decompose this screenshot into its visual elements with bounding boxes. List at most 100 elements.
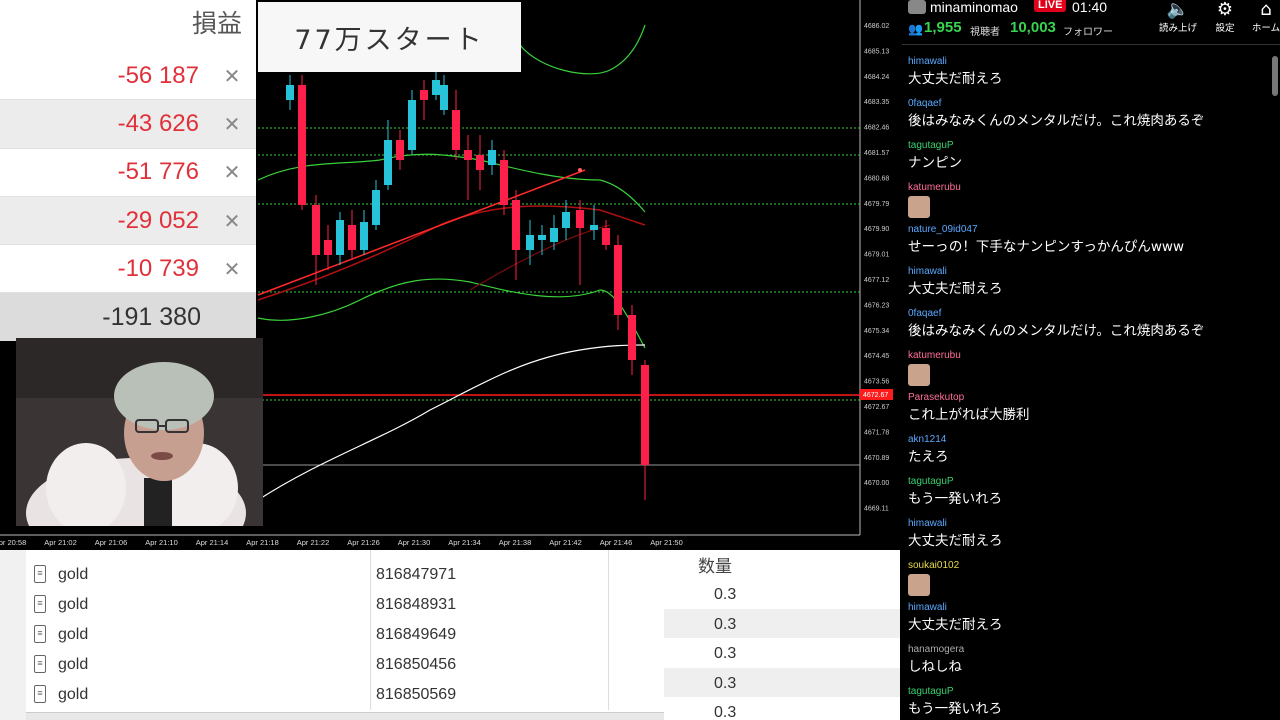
price-tick-label: 4671.78 [864, 429, 889, 436]
chat-message[interactable]: 0faqaef 後はみなみくんのメンタルだけ。これ焼肉あるぞ [908, 97, 1204, 130]
candle-body [464, 150, 472, 160]
document-icon: ≡ [34, 625, 46, 643]
chat-message[interactable]: himawali 大丈夫だ耐えろ [908, 601, 1003, 634]
channel-avatar[interactable] [908, 0, 926, 14]
pl-value: -51 776 [117, 158, 199, 186]
chat-text: 大丈夫だ耐えろ [908, 533, 1003, 549]
chat-username[interactable]: nature_09id047 [908, 223, 1184, 236]
candle-body [602, 228, 610, 245]
chat-username[interactable]: katumerubu [908, 349, 961, 362]
time-tick-label: Apr 21:18 [246, 538, 279, 547]
chat-text: 後はみなみくんのメンタルだけ。これ焼肉あるぞ [908, 323, 1205, 339]
candle-body [628, 315, 636, 360]
chat-message[interactable]: nature_09id047 せーっの！下手なナンピンすっかんぴんwww [908, 223, 1184, 256]
table-row[interactable]: ≡ gold 816850569 [26, 679, 664, 709]
chat-username[interactable]: himawali [908, 55, 1003, 68]
chat-list[interactable]: himawali 大丈夫だ耐えろ 0faqaef 後はみなみくんのメンタルだけ。これ焼… [902, 44, 1280, 720]
viewers-icon: 👥 [908, 22, 923, 36]
chat-username[interactable]: himawali [908, 601, 1003, 614]
price-tick-label: 4685.13 [864, 48, 889, 55]
price-tick-label: 4674.45 [864, 353, 889, 360]
time-tick-label: Apr 21:46 [600, 538, 633, 547]
chat-username[interactable]: tagutaguP [908, 685, 1002, 698]
chat-username[interactable]: 0faqaef [908, 97, 1204, 110]
time-tick-label: Apr 21:34 [448, 538, 481, 547]
price-tick-label: 4675.34 [864, 328, 889, 335]
close-position-icon[interactable]: ✕ [221, 112, 243, 136]
chat-username[interactable]: tagutaguP [908, 475, 1002, 488]
close-position-icon[interactable]: ✕ [221, 257, 243, 281]
chat-username[interactable]: soukai0102 [908, 559, 959, 572]
chat-message[interactable]: tagutaguP もう一発いれろ [908, 475, 1002, 508]
chat-message[interactable]: katumerubu [908, 181, 961, 218]
qty-cell: 0.3 [664, 667, 900, 697]
channel-name[interactable]: minaminomao [930, 0, 1018, 15]
document-icon: ≡ [34, 655, 46, 673]
ticket-cell: 816847971 [376, 566, 457, 583]
follower-count: 10,003 [1010, 19, 1056, 36]
chat-username[interactable]: hanamogera [908, 643, 964, 656]
candle-body [396, 140, 404, 160]
table-row[interactable]: ≡ gold 816849649 [26, 619, 664, 649]
chat-message[interactable]: himawali 大丈夫だ耐えろ [908, 517, 1003, 550]
close-position-icon[interactable]: ✕ [221, 160, 243, 184]
qty-cell: 0.3 [714, 704, 737, 720]
close-position-icon[interactable]: ✕ [221, 209, 243, 233]
chat-username[interactable]: himawali [908, 517, 1003, 530]
chat-stamp-icon [908, 196, 930, 218]
price-tick-label: 4682.46 [864, 125, 889, 132]
chat-message[interactable]: tagutaguP もう一発いれろ [908, 685, 1002, 718]
stream-header: minaminomao LIVE 01:40 👥 1,955 視聴者 10,00… [900, 0, 1280, 44]
chat-username[interactable]: katumerubu [908, 181, 961, 194]
live-badge: LIVE [1034, 0, 1067, 12]
price-tick-label: 4684.24 [864, 74, 889, 81]
chat-username[interactable]: 0faqaef [908, 307, 1204, 320]
chat-message[interactable]: soukai0102 [908, 559, 959, 596]
elapsed-time: 01:40 [1072, 0, 1108, 15]
chat-username[interactable]: Parasekutop [908, 391, 1030, 404]
time-tick-label: Apr 21:30 [398, 538, 431, 547]
chat-username[interactable]: akn1214 [908, 433, 949, 446]
document-icon: ≡ [34, 565, 46, 583]
chat-message[interactable]: akn1214 たえろ [908, 433, 949, 466]
time-tick-label: Apr 21:06 [95, 538, 128, 547]
chat-message[interactable]: katumerubu [908, 349, 961, 386]
pl-row: -51 776 ✕ [0, 149, 256, 197]
qty-cell: 0.3 [714, 645, 737, 662]
close-position-icon[interactable]: ✕ [221, 64, 243, 88]
table-row[interactable]: ≡ gold 816850456 [26, 649, 664, 679]
pl-header: 損益 [191, 9, 242, 38]
trendline-anchor [578, 168, 582, 172]
chat-message[interactable]: Parasekutop これ上がれば大勝利 [908, 391, 1030, 424]
pl-row: -29 052 ✕ [0, 196, 256, 246]
candle-body [488, 150, 496, 165]
time-tick-label: Apr 21:02 [44, 538, 77, 547]
table-row[interactable]: ≡ gold 816848931 [26, 589, 664, 619]
chat-message[interactable]: himawali 大丈夫だ耐えろ [908, 265, 1003, 298]
webcam-feed [16, 338, 263, 526]
chat-message[interactable]: himawali 大丈夫だ耐えろ [908, 55, 1003, 88]
candle-body [576, 210, 584, 228]
chat-message[interactable]: tagutaguP ナンピン [908, 139, 962, 172]
home-button[interactable]: ⌂ ホーム [1244, 0, 1280, 40]
candle-body [614, 245, 622, 315]
candle-body [372, 190, 380, 225]
chat-message[interactable]: 0faqaef 後はみなみくんのメンタルだけ。これ焼肉あるぞ [908, 307, 1204, 340]
price-tick-label: 4680.68 [864, 175, 889, 182]
candle-body [384, 140, 392, 185]
chat-username[interactable]: tagutaguP [908, 139, 962, 152]
chat-text: もう一発いれろ [908, 491, 1003, 507]
read-aloud-button[interactable]: 🔈 読み上げ [1156, 0, 1200, 40]
settings-button[interactable]: ⚙ 設定 [1203, 0, 1247, 40]
chat-message[interactable]: hanamogera しねしね [908, 643, 964, 676]
table-row[interactable]: ≡ gold 816847971 [26, 559, 664, 589]
speaker-icon: 🔈 [1166, 0, 1190, 20]
document-icon: ≡ [34, 595, 46, 613]
candle-body [312, 205, 320, 255]
chat-username[interactable]: himawali [908, 265, 1003, 278]
pl-total: -191 380 [0, 293, 256, 342]
chat-scrollbar[interactable] [1272, 56, 1278, 96]
candle-body [298, 85, 306, 205]
candle-body [440, 85, 448, 110]
symbol-cell: gold [58, 686, 89, 703]
